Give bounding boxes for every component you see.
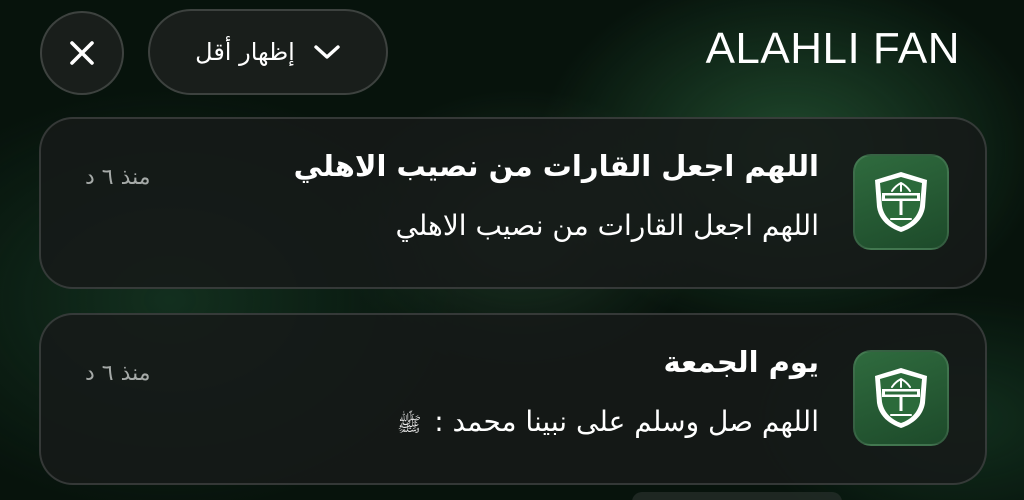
app-group-title: ALAHLI FAN: [705, 24, 960, 73]
app-icon: [853, 154, 949, 250]
notification-time: منذ ٦ د: [85, 165, 151, 190]
notification-title: اللهم اجعل القارات من نصيب الاهلي: [293, 149, 819, 183]
notification-body: اللهم صل وسلم على نبينا محمد : ﷺ: [397, 405, 819, 441]
notification-card[interactable]: اللهم اجعل القارات من نصيب الاهلي اللهم …: [39, 117, 987, 289]
notification-card[interactable]: يوم الجمعة اللهم صل وسلم على نبينا محمد …: [39, 313, 987, 485]
notification-body-text: اللهم صل وسلم على نبينا محمد :: [434, 405, 819, 438]
close-button[interactable]: [40, 11, 124, 95]
close-icon: [70, 41, 94, 65]
notification-body: اللهم اجعل القارات من نصيب الاهلي: [395, 209, 819, 242]
chevron-down-icon: [314, 45, 340, 59]
alahli-club-logo-icon: [875, 172, 927, 232]
show-less-button[interactable]: إظهار أقل: [148, 9, 388, 95]
show-less-label: إظهار أقل: [195, 38, 295, 66]
next-notification-peek: [632, 492, 842, 500]
notification-title: يوم الجمعة: [663, 345, 819, 379]
notification-time: منذ ٦ د: [85, 361, 151, 386]
app-icon: [853, 350, 949, 446]
salawat-symbol: ﷺ: [397, 412, 422, 436]
alahli-club-logo-icon: [875, 368, 927, 428]
